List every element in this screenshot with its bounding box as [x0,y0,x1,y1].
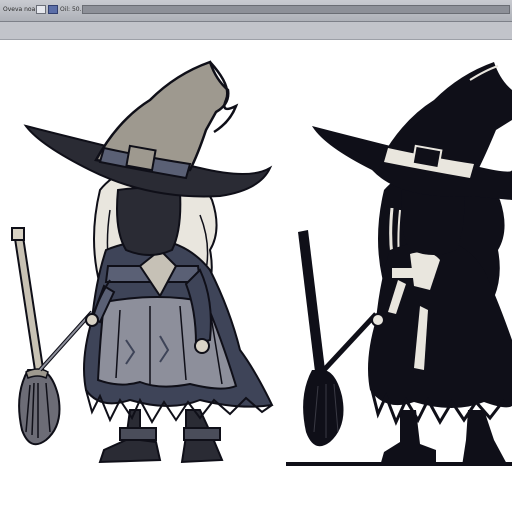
artwork [11,60,512,466]
select-tool-button[interactable] [48,5,58,14]
toolbar-button-1[interactable] [36,5,46,14]
witch-illustration [11,60,274,464]
options-bar [0,22,512,40]
witch-silhouette [286,62,512,466]
top-toolbar: Oveva noa Oil: 50... [0,0,512,22]
toolbar-field[interactable] [82,5,510,14]
canvas-area[interactable] [0,40,512,512]
toolbar-label: Oveva noa [3,6,36,13]
